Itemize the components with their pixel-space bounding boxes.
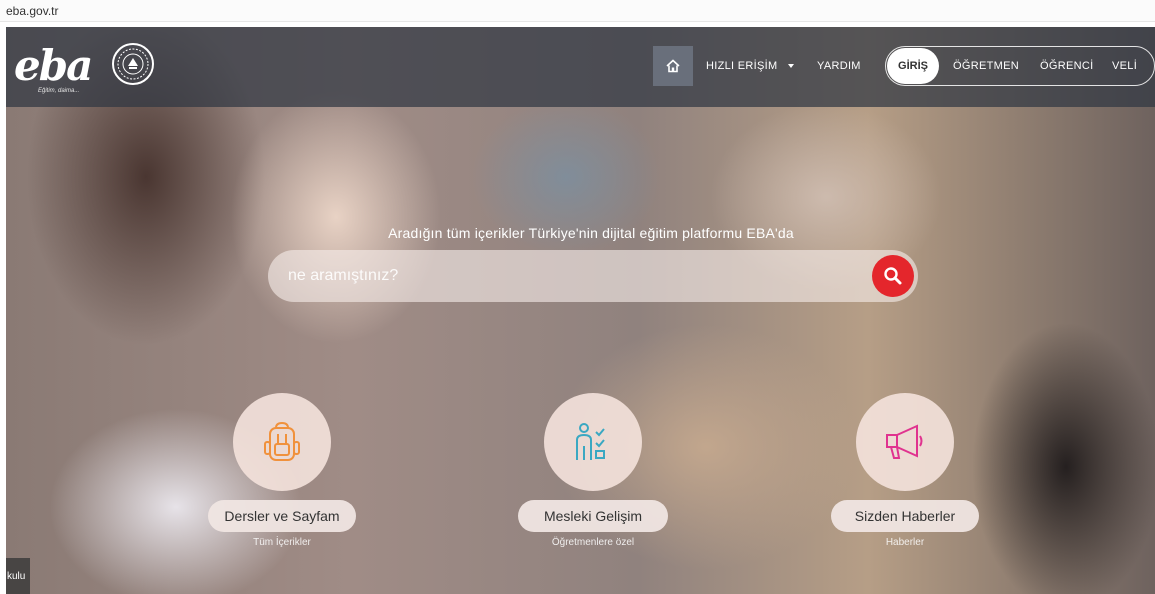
eba-logo[interactable]: eba	[14, 41, 93, 90]
browser-url-bar[interactable]: eba.gov.tr	[0, 0, 1155, 22]
card-mesleki-subtitle: Öğretmenlere özel	[551, 537, 635, 548]
backpack-icon	[264, 421, 300, 461]
search-button[interactable]	[872, 255, 914, 297]
side-tab-okulu[interactable]: kulu	[6, 558, 30, 594]
card-haberler-icon-circle[interactable]	[856, 393, 954, 491]
hero-section: eba Eğitim, daima... HIZLI ERİŞİM YARDIM…	[6, 27, 1155, 594]
login-giris-button[interactable]: GİRİŞ	[887, 48, 939, 84]
nav-yardim[interactable]: YARDIM	[817, 60, 861, 72]
search-bar	[268, 250, 918, 302]
card-haberler-button[interactable]: Sizden Haberler	[831, 500, 979, 532]
hero-tagline: Aradığın tüm içerikler Türkiye'nin dijit…	[388, 225, 794, 241]
card-dersler-subtitle: Tüm İçerikler	[253, 537, 311, 548]
url-text: eba.gov.tr	[6, 4, 59, 18]
login-ogretmen-link[interactable]: ÖĞRETMEN	[953, 60, 1019, 72]
card-dersler-icon-circle[interactable]	[233, 393, 331, 491]
home-icon	[666, 59, 680, 73]
chevron-down-icon	[788, 64, 794, 68]
eba-logo-slogan: Eğitim, daima...	[38, 88, 80, 94]
card-haberler-subtitle: Haberler	[885, 537, 925, 548]
search-input[interactable]	[288, 250, 848, 302]
home-button[interactable]	[653, 46, 693, 86]
search-icon	[884, 267, 902, 285]
teacher-checklist-icon	[576, 423, 605, 460]
top-navbar: eba Eğitim, daima... HIZLI ERİŞİM YARDIM…	[6, 27, 1155, 107]
meb-seal-icon[interactable]	[111, 42, 155, 86]
card-dersler-button[interactable]: Dersler ve Sayfam	[208, 500, 356, 532]
card-mesleki-icon-circle[interactable]	[544, 393, 642, 491]
nav-hizli-erisim[interactable]: HIZLI ERİŞİM	[706, 60, 777, 72]
megaphone-icon	[886, 424, 923, 459]
login-veli-link[interactable]: VELİ	[1112, 60, 1137, 72]
card-mesleki-button[interactable]: Mesleki Gelişim	[518, 500, 668, 532]
login-ogrenci-link[interactable]: ÖĞRENCİ	[1040, 60, 1093, 72]
